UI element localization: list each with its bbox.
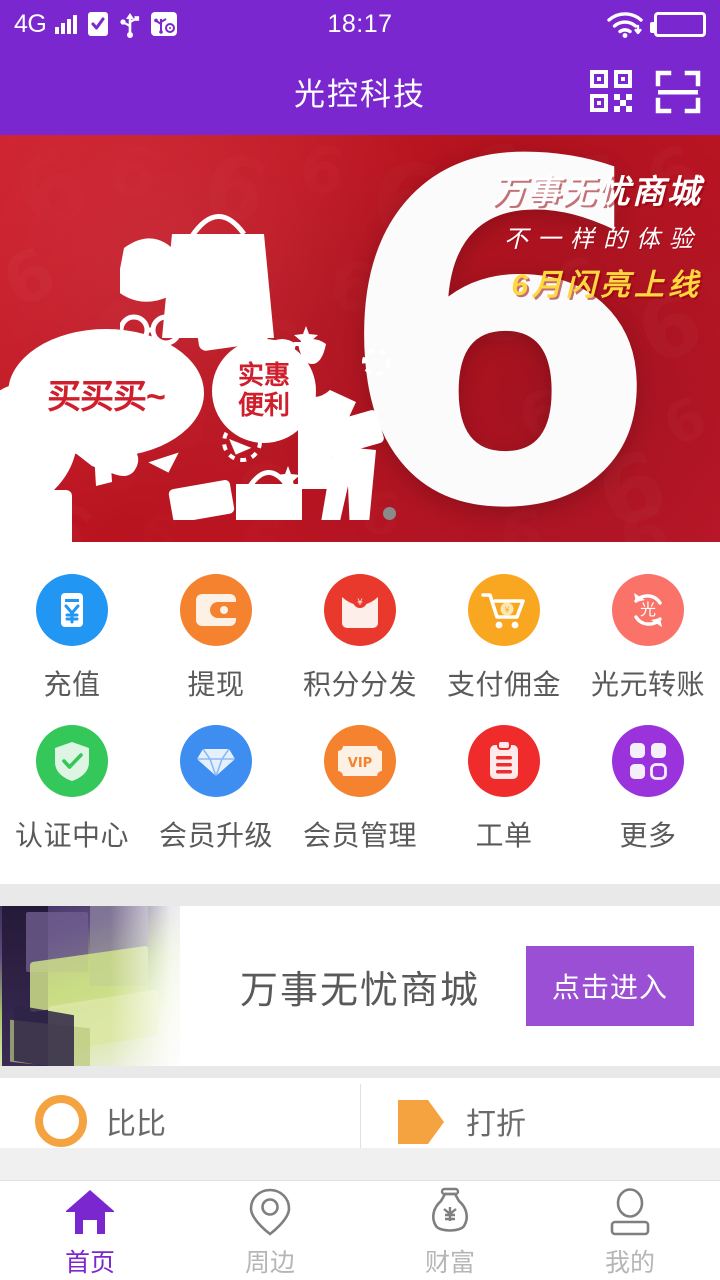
svg-text:VIP: VIP [348, 756, 372, 771]
banner-bubble-right-line1: 实惠 [237, 360, 290, 391]
mall-card-title: 万事无忧商城 [240, 969, 481, 1012]
usb-debug-icon [150, 12, 177, 36]
mall-entry-card[interactable]: 万事无忧商城 点击进入 [0, 906, 720, 1066]
mini-card-row: 比比 打折 [0, 1078, 720, 1148]
status-bar-left: 4G [14, 10, 178, 38]
mall-enter-button[interactable]: 点击进入 [525, 946, 694, 1026]
banner-headline: 万事无忧商城 [492, 173, 702, 210]
quick-action-label: 积分分发 [302, 669, 417, 700]
circle-orange-icon [34, 1094, 88, 1148]
money-bag-icon [431, 1187, 469, 1232]
quick-action-row: 认证中心 会员升级 VIP 会员管理 工单 更多 [0, 715, 720, 866]
quick-action-more-grid[interactable]: 更多 [576, 715, 720, 866]
quick-action-shield-check[interactable]: 认证中心 [0, 715, 144, 866]
qr-code-icon[interactable] [588, 68, 636, 116]
battery-icon [650, 11, 706, 37]
quick-action-transfer[interactable]: 光光元转账 [576, 564, 720, 715]
transfer-icon: 光 [612, 574, 684, 646]
svg-text:¥: ¥ [504, 606, 509, 615]
promo-banner-carousel[interactable]: 66666666666666666666666666666666 6 [0, 135, 720, 542]
quick-action-vip-ticket[interactable]: VIP 会员管理 [288, 715, 432, 866]
quick-action-label: 会员管理 [302, 820, 417, 851]
quick-action-label: 会员升级 [158, 820, 273, 851]
banner-bubble-right: 实惠 便利 [212, 339, 316, 443]
mini-card[interactable]: 比比 [0, 1078, 360, 1148]
mini-card-label: 打折 [466, 1108, 526, 1141]
bottom-tab-bar: 首页 周边 财富 我的 [0, 1180, 720, 1280]
tab-profile-label: 我的 [604, 1248, 655, 1277]
tag-orange-icon [394, 1094, 448, 1148]
network-type-label: 4G [14, 9, 47, 38]
mini-card-label: 比比 [106, 1108, 166, 1141]
banner-subhead: 不一样的体验 [504, 226, 702, 253]
banner-bubble-right-line2: 便利 [237, 390, 290, 420]
diamond-icon [180, 725, 252, 797]
page-title: 光控科技 [294, 77, 426, 112]
carousel-dot[interactable] [324, 507, 338, 520]
carousel-dot[interactable] [353, 507, 367, 520]
quick-action-label: 充值 [43, 669, 101, 700]
tab-nearby[interactable]: 周边 [180, 1181, 360, 1280]
usb-icon [120, 13, 139, 38]
quick-action-grid: 充值 提现 ¥ 积分分发 ¥ 支付佣金光光元转账 认证中心 会员升级 VIP 会员管理 工单 更多 [0, 542, 720, 884]
shield-check-icon [36, 725, 108, 797]
mini-card[interactable]: 打折 [360, 1078, 720, 1148]
quick-action-red-envelope[interactable]: ¥ 积分分发 [288, 564, 432, 715]
quick-action-recharge[interactable]: 充值 [0, 564, 144, 715]
clipboard-list-icon [468, 725, 540, 797]
status-bar: 4G 18:17 [0, 0, 720, 48]
banner-bubble-left: 买买买~ [8, 329, 204, 457]
quick-action-diamond[interactable]: 会员升级 [144, 715, 288, 866]
wallet-icon [180, 574, 252, 646]
quick-action-label: 认证中心 [14, 820, 129, 851]
more-grid-icon [612, 725, 684, 797]
section-divider [0, 884, 720, 906]
quick-action-clipboard-list[interactable]: 工单 [432, 715, 576, 866]
quick-action-row: 充值 提现 ¥ 积分分发 ¥ 支付佣金光光元转账 [0, 564, 720, 715]
home-icon [66, 1189, 114, 1234]
tab-home[interactable]: 首页 [0, 1181, 180, 1280]
quick-action-wallet[interactable]: 提现 [144, 564, 288, 715]
section-divider [0, 1066, 720, 1078]
banner-tagline: 6月闪亮上线 [511, 269, 702, 302]
location-pin-icon [249, 1188, 291, 1236]
quick-action-label: 更多 [619, 820, 677, 851]
shopping-cart-icon: ¥ [468, 574, 540, 646]
user-icon [610, 1187, 650, 1235]
carousel-dot[interactable] [382, 507, 396, 520]
carousel-indicator[interactable] [0, 507, 720, 520]
red-envelope-icon: ¥ [324, 574, 396, 646]
quick-action-label: 提现 [187, 669, 245, 700]
tab-nearby-label: 周边 [244, 1248, 295, 1277]
app-header: 光控科技 [0, 48, 720, 135]
vip-ticket-icon: VIP [324, 725, 396, 797]
quick-action-label: 支付佣金 [446, 669, 561, 700]
status-bar-right [605, 9, 706, 39]
quick-action-label: 光元转账 [590, 669, 705, 700]
header-actions [588, 48, 702, 135]
wifi-icon [607, 12, 643, 38]
tab-wealth-label: 财富 [424, 1248, 475, 1277]
scan-icon[interactable] [654, 68, 702, 116]
svg-text:光: 光 [640, 600, 656, 619]
tab-profile[interactable]: 我的 [540, 1181, 720, 1280]
tab-home-label: 首页 [64, 1248, 115, 1277]
svg-text:¥: ¥ [357, 598, 363, 608]
mall-thumbnail [0, 906, 180, 1066]
signal-bars-icon [55, 14, 77, 34]
recharge-icon [36, 574, 108, 646]
quick-action-shopping-cart[interactable]: ¥ 支付佣金 [432, 564, 576, 715]
clipboard-check-icon [87, 12, 108, 36]
banner-copy: 万事无忧商城 不一样的体验 6月闪亮上线 [492, 165, 702, 304]
quick-action-label: 工单 [475, 820, 533, 851]
tab-wealth[interactable]: 财富 [360, 1181, 540, 1280]
